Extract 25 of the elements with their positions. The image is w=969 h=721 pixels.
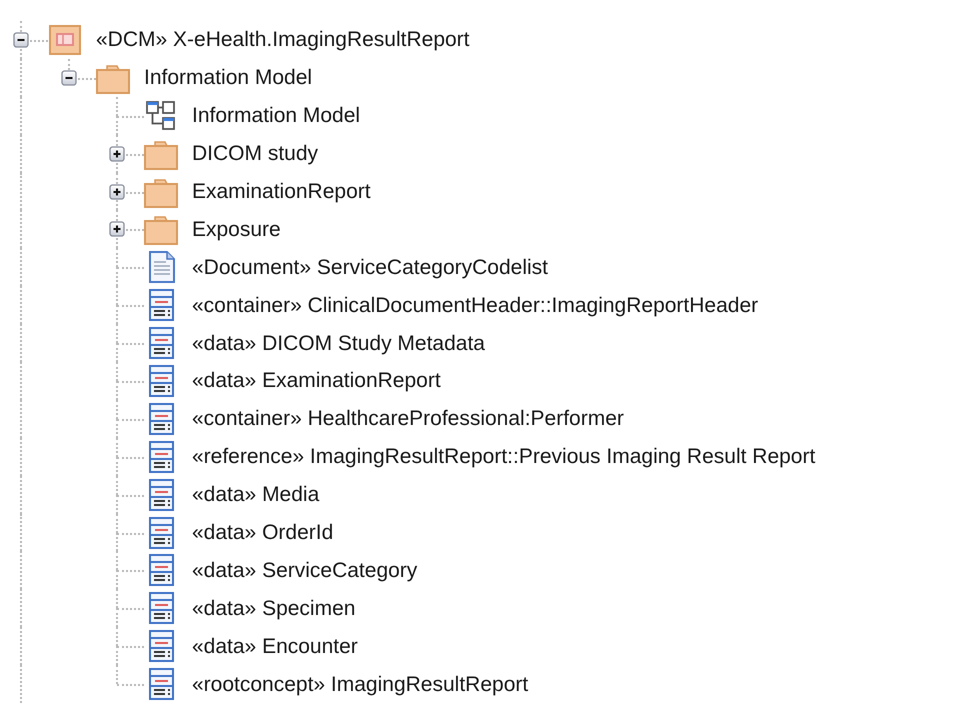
tree-item-label[interactable]: «data» ExaminationReport [192,370,441,392]
tree-item-label[interactable]: «reference» ImagingResultReport::Previous Imaging Result Report [192,446,816,468]
expand-toggle[interactable] [109,221,125,238]
tree-item-label[interactable]: Information Model [144,67,312,88]
tree-item-label[interactable]: «data» DICOM Study Metadata [192,332,485,354]
tree-item-label[interactable]: «container» ClinicalDocumentHeader::ImagingReportHeader [192,294,758,316]
tree-item-label[interactable]: «data» Media [192,484,320,506]
collapse-toggle[interactable] [61,70,77,86]
expand-toggle[interactable] [109,184,125,200]
tree-item-label[interactable]: «container» HealthcareProfessional:Performer [192,408,624,430]
package-icon [48,22,82,57]
tree-item-label[interactable]: Exposure [192,218,281,240]
tree-item-label[interactable]: «data» Encounter [192,636,358,657]
tree-item-label[interactable]: Information Model [192,105,360,126]
tree-item-label[interactable]: ExaminationReport [192,181,371,202]
tree-item-label[interactable]: «data» Specimen [192,598,356,619]
collapse-toggle[interactable] [13,32,29,48]
tree-item-label[interactable]: «rootconcept» ImagingResultReport [192,674,528,695]
expand-toggle[interactable] [109,146,125,162]
tree-item-label[interactable]: «data» ServiceCategory [192,560,418,581]
tree-item-label[interactable]: «data» OrderId [192,522,334,544]
tree-item-label[interactable]: «DCM» X-eHealth.ImagingResultReport [96,29,470,50]
diagram-icon [144,98,178,133]
tree-item-label[interactable]: DICOM study [192,143,318,164]
tree-item-label[interactable]: «Document» ServiceCategoryCodelist [192,256,548,278]
